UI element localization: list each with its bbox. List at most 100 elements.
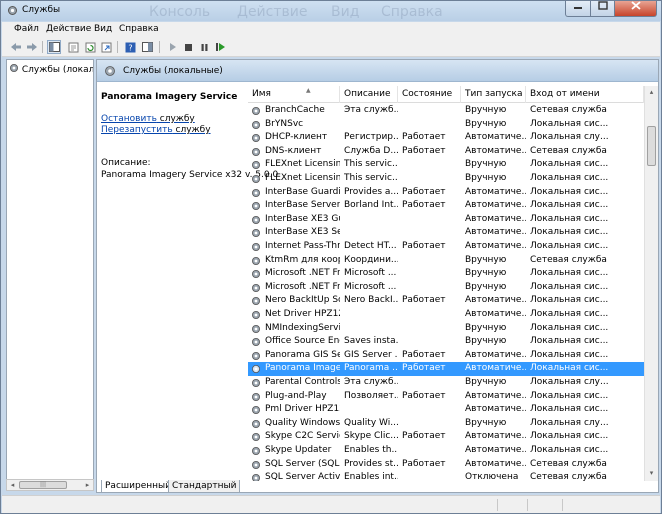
service-status-cell <box>402 417 461 431</box>
service-name-cell: Pml Driver HPZ12 <box>265 404 340 415</box>
help-button[interactable]: ? <box>123 40 137 54</box>
service-row[interactable]: Quality Windows ... Quality Wi... Вручную Л… <box>248 417 644 431</box>
service-startup-cell: Автоматиче... <box>465 390 526 401</box>
console-tree: Службы (локальны <box>6 59 94 491</box>
start-service-button[interactable] <box>165 40 179 54</box>
refresh-button[interactable] <box>83 40 97 54</box>
service-row[interactable]: Microsoft .NET Fr... Microsoft ... Вручную… <box>248 281 644 295</box>
column-name-header[interactable]: ▲ Имя <box>248 86 340 103</box>
service-name-cell: Panorama GIS Ser... <box>265 349 340 360</box>
export-list-button[interactable] <box>99 40 113 54</box>
service-status-cell <box>402 267 461 281</box>
service-name-cell: Skype Updater <box>265 445 332 455</box>
service-description-cell <box>344 118 398 132</box>
column-logon-header[interactable]: Вход от имени <box>526 86 644 103</box>
column-startup-header[interactable]: Тип запуска <box>461 86 526 103</box>
tree-item-local-services[interactable]: Службы (локальны <box>9 63 93 75</box>
service-row[interactable]: Office Source Engi... Saves insta... Вручн… <box>248 335 644 349</box>
service-description-cell: Эта служб... <box>344 377 398 387</box>
maximize-button[interactable] <box>590 1 615 17</box>
scroll-thumb[interactable] <box>647 126 656 166</box>
menu-help[interactable]: Справка <box>119 24 159 34</box>
scroll-up-arrow[interactable]: ▴ <box>645 86 658 99</box>
service-row[interactable]: BrYNSvc Вручную Локальная сис... <box>248 118 644 132</box>
stop-link-text[interactable]: Остановить <box>101 114 157 124</box>
restart-icon <box>215 43 225 51</box>
tree-horizontal-scrollbar[interactable]: ◂ ||| ▸ <box>6 479 94 491</box>
show-hide-tree-button[interactable] <box>47 40 61 54</box>
service-row[interactable]: Internet Pass-Thro... Detect HT... Работае… <box>248 240 644 254</box>
service-logon-cell: Локальная сис... <box>530 227 609 238</box>
menu-file[interactable]: Файл <box>14 24 39 34</box>
scroll-right-arrow[interactable]: ▸ <box>82 480 93 490</box>
forward-button[interactable] <box>25 40 39 54</box>
menu-view[interactable]: Вид <box>94 24 112 34</box>
service-logon-cell: Сетевая служба <box>530 105 607 115</box>
service-row[interactable]: FLEXnet Licensing... This servic... Вручну… <box>248 158 644 172</box>
service-name-cell: Net Driver HPZ12 <box>265 309 340 319</box>
service-row[interactable]: Pml Driver HPZ12 Автоматиче... Локальная с… <box>248 403 644 417</box>
service-row[interactable]: SQL Server (SQLEX... Provides st... Работа… <box>248 458 644 472</box>
service-startup-cell: Автоматиче... <box>465 213 526 224</box>
service-logon-cell: Локальная сис... <box>530 322 609 333</box>
service-row[interactable]: InterBase Server Borland Int... Работает Ав… <box>248 199 644 213</box>
service-name-cell: Nero BackItUp Sc... <box>265 295 340 306</box>
scroll-left-arrow[interactable]: ◂ <box>7 480 18 490</box>
service-row[interactable]: InterBase XE3 Serv... Автоматиче... Локаль… <box>248 226 644 240</box>
service-startup-cell: Автоматиче... <box>465 431 526 442</box>
stop-icon <box>184 43 192 51</box>
service-row[interactable]: Microsoft .NET Fr... Microsoft ... Вручную… <box>248 267 644 281</box>
list-vertical-scrollbar[interactable]: ▴ ▾ <box>644 86 658 481</box>
service-name-cell: InterBase Guardian <box>265 186 340 197</box>
service-name-cell: BranchCache <box>265 105 325 115</box>
service-row[interactable]: Nero BackItUp Sc... Nero BackI... Работает… <box>248 294 644 308</box>
restart-service-button[interactable] <box>213 40 227 54</box>
service-row[interactable]: Skype Updater Enables th... Автоматиче... Л… <box>248 444 644 458</box>
service-logon-cell: Сетевая служба <box>530 145 607 156</box>
service-row[interactable]: Panorama Imager... Panorama ... Работает Ав… <box>248 362 644 376</box>
service-row[interactable]: Skype C2C Service Skype Clic... Работает Ав… <box>248 430 644 444</box>
service-logon-cell: Локальная слу... <box>530 417 609 428</box>
pane-title: Службы (локальные) <box>123 66 223 76</box>
service-row[interactable]: Plug-and-Play Позволяет... Работает Автомат… <box>248 390 644 404</box>
service-description-cell: Enables th... <box>344 445 398 455</box>
stop-service-button[interactable] <box>181 40 195 54</box>
service-row[interactable]: Panorama GIS Ser... GIS Server ... Работае… <box>248 349 644 363</box>
service-startup-cell: Автоматиче... <box>465 186 526 197</box>
column-status-header[interactable]: Состояние <box>398 86 461 103</box>
service-description-cell: Microsoft ... <box>344 281 397 292</box>
menu-action[interactable]: Действие <box>46 24 91 34</box>
service-row[interactable]: DHCP-клиент Регистрир... Работает Автоматич… <box>248 131 644 145</box>
service-description-cell: This servic... <box>344 159 398 170</box>
service-status-cell <box>402 444 461 458</box>
close-button[interactable] <box>614 1 657 17</box>
pause-service-button[interactable] <box>197 40 211 54</box>
service-row[interactable]: NMIndexingService Вручную Локальная сис... <box>248 322 644 336</box>
service-description-cell <box>344 213 398 227</box>
minimize-button[interactable] <box>565 1 591 17</box>
service-logon-cell: Локальная сис... <box>530 309 609 319</box>
service-row[interactable]: Parental Controls Эта служб... Вручную Лока… <box>248 376 644 390</box>
restart-service-link[interactable]: Перезапустить службу <box>101 125 211 135</box>
scroll-thumb[interactable]: ||| <box>19 481 67 489</box>
tab-extended[interactable]: Расширенный <box>101 480 175 493</box>
scroll-down-arrow[interactable]: ▾ <box>645 467 658 480</box>
service-name-cell: Skype C2C Service <box>265 431 340 442</box>
tab-standard[interactable]: Стандартный <box>168 480 241 493</box>
restart-link-text[interactable]: Перезапустить <box>101 125 173 135</box>
column-description-header[interactable]: Описание <box>340 86 398 103</box>
service-row[interactable]: DNS-клиент Служба D... Работает Автоматиче.… <box>248 145 644 159</box>
action-pane-button[interactable] <box>140 40 154 54</box>
service-row[interactable]: KtmRm для коор... Координи... Вручную Сетев… <box>248 254 644 268</box>
service-row[interactable]: BranchCache Эта служб... Вручную Сетевая сл… <box>248 104 644 118</box>
service-row[interactable]: InterBase XE3 Gua... Автоматиче... Локальн… <box>248 213 644 227</box>
stop-service-link[interactable]: Остановить службу <box>101 114 195 124</box>
close-icon <box>630 1 641 10</box>
service-startup-cell: Отключена <box>465 472 519 481</box>
service-row[interactable]: FLEXnet Licensing... This servic... Вручну… <box>248 172 644 186</box>
back-button[interactable] <box>9 40 23 54</box>
properties-button[interactable] <box>66 40 80 54</box>
service-row[interactable]: Net Driver HPZ12 Автоматиче... Локальная с… <box>248 308 644 322</box>
service-description-cell: Quality Wi... <box>344 417 398 428</box>
service-row[interactable]: InterBase Guardian Provides a... Работает А… <box>248 186 644 200</box>
